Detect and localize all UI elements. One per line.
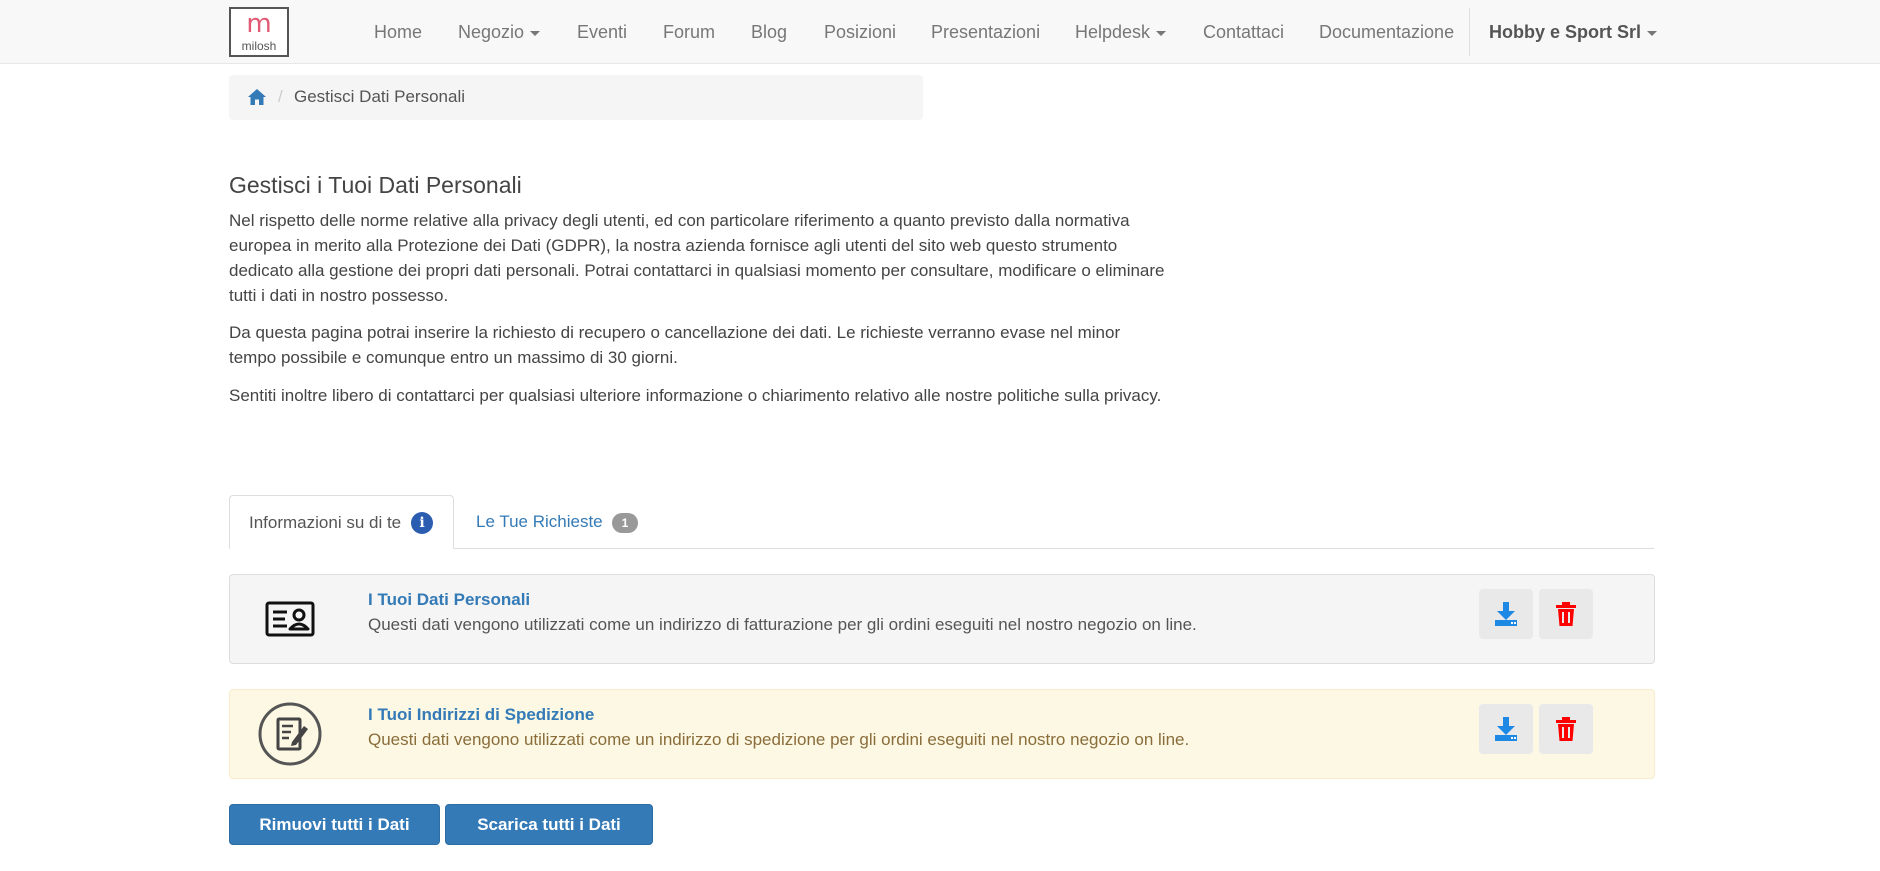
- shipping-addresses-panel: I Tuoi Indirizzi di Spedizione Questi da…: [229, 689, 1655, 779]
- nav-item-label: Eventi: [577, 22, 628, 42]
- delete-shipping-addresses-button[interactable]: [1539, 704, 1593, 754]
- home-icon[interactable]: [247, 87, 267, 107]
- contact-paragraph: Sentiti inoltre libero di contattarci pe…: [229, 386, 1162, 405]
- requests-paragraph: Da questa pagina potrai inserire la rich…: [229, 323, 1121, 367]
- nav-item-forum[interactable]: Forum: [663, 0, 715, 64]
- trash-icon: [1556, 717, 1576, 741]
- caret-down-icon: [1156, 30, 1167, 36]
- company-menu[interactable]: Hobby e Sport Srl: [1489, 0, 1658, 64]
- download-personal-data-button[interactable]: [1479, 589, 1533, 639]
- brand-logo[interactable]: m milosh: [229, 7, 289, 57]
- intro-paragraph: Nel rispetto delle norme relative alla p…: [229, 211, 1165, 305]
- info-icon: i: [411, 512, 433, 534]
- logo-text: milosh: [241, 39, 277, 53]
- nav-item-blog[interactable]: Blog: [751, 0, 787, 64]
- breadcrumb-current: Gestisci Dati Personali: [294, 87, 466, 106]
- nav-item-label: Home: [374, 22, 423, 42]
- nav-item-eventi[interactable]: Eventi: [577, 0, 627, 64]
- download-all-data-button[interactable]: Scarica tutti i Dati: [445, 804, 653, 845]
- nav-item-helpdesk[interactable]: Helpdesk: [1075, 0, 1167, 64]
- delete-personal-data-button[interactable]: [1539, 589, 1593, 639]
- requests-count-badge: 1: [612, 513, 638, 533]
- nav-divider: [1469, 8, 1470, 56]
- nav-item-posizioni[interactable]: Posizioni: [824, 0, 896, 64]
- nav-item-label: Documentazione: [1319, 22, 1455, 42]
- nav-item-label: Forum: [663, 22, 716, 42]
- navbar: m milosh Home Negozio Eventi Forum Blog …: [0, 0, 1880, 64]
- shipping-addresses-description: Questi dati vengono utilizzati come un i…: [368, 730, 1190, 749]
- caret-down-icon: [530, 30, 541, 36]
- tab-info[interactable]: Informazioni su di te i: [229, 495, 454, 549]
- personal-data-panel: I Tuoi Dati Personali Questi dati vengon…: [229, 574, 1655, 664]
- breadcrumb: / Gestisci Dati Personali: [229, 75, 923, 120]
- trash-icon: [1556, 602, 1576, 626]
- tab-requests-label[interactable]: Le Tue Richieste: [476, 512, 603, 532]
- nav-item-label: Presentazioni: [931, 22, 1041, 42]
- page-title: Gestisci i Tuoi Dati Personali: [229, 172, 522, 198]
- download-shipping-addresses-button[interactable]: [1479, 704, 1533, 754]
- shipping-addresses-title[interactable]: I Tuoi Indirizzi di Spedizione: [368, 704, 594, 726]
- download-icon: [1495, 717, 1517, 741]
- nav-item-contattaci[interactable]: Contattaci: [1203, 0, 1284, 64]
- breadcrumb-separator: /: [278, 87, 283, 106]
- nav-item-label: Contattaci: [1203, 22, 1285, 42]
- document-edit-icon: [258, 702, 322, 766]
- caret-down-icon: [1647, 30, 1658, 36]
- nav-item-label: Helpdesk: [1075, 22, 1151, 42]
- company-name: Hobby e Sport Srl: [1489, 22, 1642, 42]
- nav-item-label: Posizioni: [824, 22, 897, 42]
- nav-item-documentazione[interactable]: Documentazione: [1319, 0, 1454, 64]
- nav-item-label: Negozio: [458, 22, 525, 42]
- download-icon: [1495, 602, 1517, 626]
- tab-info-label: Informazioni su di te: [249, 513, 402, 532]
- nav-item-negozio[interactable]: Negozio: [458, 0, 541, 64]
- nav-item-presentazioni[interactable]: Presentazioni: [931, 0, 1040, 64]
- nav-item-home[interactable]: Home: [374, 0, 422, 64]
- remove-all-data-button[interactable]: Rimuovi tutti i Dati: [229, 804, 440, 845]
- id-card-icon: [265, 601, 315, 637]
- personal-data-title[interactable]: I Tuoi Dati Personali: [368, 589, 530, 611]
- logo-letter: m: [246, 9, 272, 39]
- personal-data-description: Questi dati vengono utilizzati come un i…: [368, 615, 1197, 634]
- nav-item-label: Blog: [751, 22, 788, 42]
